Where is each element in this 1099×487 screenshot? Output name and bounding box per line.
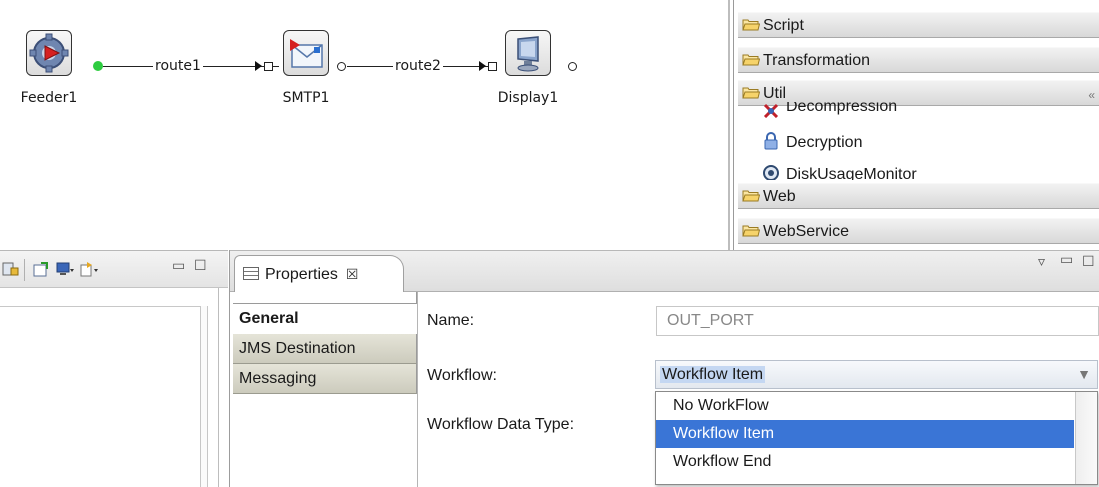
drawer-label: Script	[763, 17, 804, 34]
palette: Script Transformation Util « Decompressi…	[738, 0, 1099, 250]
palette-drawer-script[interactable]: Script	[738, 12, 1099, 38]
workflow-data-type-label: Workflow Data Type:	[427, 416, 575, 433]
node-smtp1[interactable]: SMTP1	[283, 30, 329, 106]
folder-open-icon	[742, 87, 760, 99]
drawer-label: Web	[763, 188, 796, 205]
item-label: Decryption	[786, 134, 863, 151]
smtp-mail-icon	[283, 30, 329, 76]
palette-drawer-web[interactable]: Web	[738, 183, 1099, 209]
outline-view: ▭ ☐	[0, 250, 228, 487]
workflow-combo[interactable]: Workflow Item ▼	[655, 360, 1098, 389]
palette-item-decryption[interactable]: Decryption	[762, 132, 862, 156]
minimize-icon[interactable]: ▭	[1060, 251, 1073, 268]
palette-item-decompression[interactable]: Decompression	[762, 102, 897, 118]
option-workflow-end[interactable]: Workflow End	[656, 448, 1074, 476]
node-label: SMTP1	[282, 90, 330, 106]
category-jms-destination[interactable]: JMS Destination	[233, 334, 417, 364]
display-monitor-icon	[505, 30, 551, 76]
maximize-icon[interactable]: ☐	[1082, 253, 1095, 270]
chevron-down-icon[interactable]: ▼	[1077, 361, 1091, 388]
new-item-icon[interactable]	[32, 261, 50, 277]
palette-splitter-line	[733, 0, 734, 250]
route2-label[interactable]: route2	[393, 58, 443, 74]
properties-icon	[243, 267, 259, 280]
smtp1-input-port[interactable]	[264, 62, 273, 71]
route1-label[interactable]: route1	[153, 58, 203, 74]
workflow-dropdown-list: No WorkFlow Workflow Item Workflow End	[655, 391, 1098, 485]
lock-icon	[764, 132, 778, 150]
monitor-menu-icon[interactable]	[56, 261, 74, 277]
view-border	[218, 288, 219, 487]
output-port-active[interactable]	[93, 61, 103, 71]
drawer-label: Util	[763, 85, 787, 102]
outline-scrollbar[interactable]	[200, 306, 208, 487]
node-label: Feeder1	[20, 90, 78, 106]
export-menu-icon[interactable]	[80, 261, 98, 277]
dropdown-scrollbar[interactable]	[1075, 392, 1097, 484]
folder-icon	[742, 225, 760, 237]
tab-label: Properties	[265, 266, 338, 283]
item-label: DiskUsageMonitor	[786, 166, 917, 180]
name-label: Name:	[427, 312, 475, 329]
diagram-canvas[interactable]: Feeder1 route1 SMTP1 route2 Display1	[0, 0, 728, 250]
tab-properties[interactable]: Properties ☒	[234, 255, 404, 294]
route2-arrowhead	[479, 61, 486, 71]
close-icon[interactable]: ☒	[346, 266, 359, 282]
drawer-label: Transformation	[763, 52, 870, 69]
toolbar-separator	[24, 259, 25, 281]
palette-drawer-webservice[interactable]: WebService	[738, 218, 1099, 244]
folder-icon	[742, 190, 760, 202]
decompression-icon	[763, 103, 779, 118]
display1-output-port[interactable]	[568, 62, 577, 71]
node-display1[interactable]: Display1	[498, 30, 558, 106]
disk-usage-icon	[763, 165, 779, 180]
outline-divider	[0, 306, 200, 307]
option-no-workflow[interactable]: No WorkFlow	[656, 392, 1074, 420]
palette-item-diskusagemonitor[interactable]: DiskUsageMonitor	[762, 164, 917, 180]
properties-category-list: General JMS Destination Messaging	[233, 292, 418, 487]
category-messaging[interactable]: Messaging	[233, 364, 417, 394]
properties-header: Properties ☒ ▿ ▭ ☐	[230, 250, 1099, 294]
palette-drawer-transformation[interactable]: Transformation	[738, 47, 1099, 73]
minimize-icon[interactable]: ▭	[172, 257, 185, 274]
drawer-label: WebService	[763, 223, 849, 240]
workflow-label: Workflow:	[427, 367, 497, 384]
outline-toolbar: ▭ ☐	[0, 250, 228, 288]
collapse-chevron-icon[interactable]: «	[1088, 83, 1095, 108]
node-label: Display1	[497, 90, 559, 106]
display1-input-port[interactable]	[488, 62, 497, 71]
route1-arrowhead	[255, 61, 262, 71]
node-feeder1[interactable]: Feeder1	[21, 30, 77, 106]
palette-splitter[interactable]	[728, 0, 730, 250]
maximize-icon[interactable]: ☐	[194, 257, 207, 274]
feeder-gear-icon	[26, 30, 72, 76]
folder-icon	[742, 54, 760, 66]
name-field[interactable]: OUT_PORT	[656, 306, 1099, 336]
item-label: Decompression	[786, 102, 898, 115]
option-workflow-item[interactable]: Workflow Item	[656, 420, 1074, 448]
smtp1-output-port[interactable]	[337, 62, 346, 71]
category-list-top	[233, 292, 417, 304]
view-menu-icon[interactable]: ▿	[1038, 253, 1045, 270]
category-general[interactable]: General	[233, 304, 417, 334]
folder-icon	[742, 19, 760, 31]
workflow-combo-value: Workflow Item	[660, 366, 766, 383]
lock-toolbar-icon[interactable]	[2, 261, 20, 277]
